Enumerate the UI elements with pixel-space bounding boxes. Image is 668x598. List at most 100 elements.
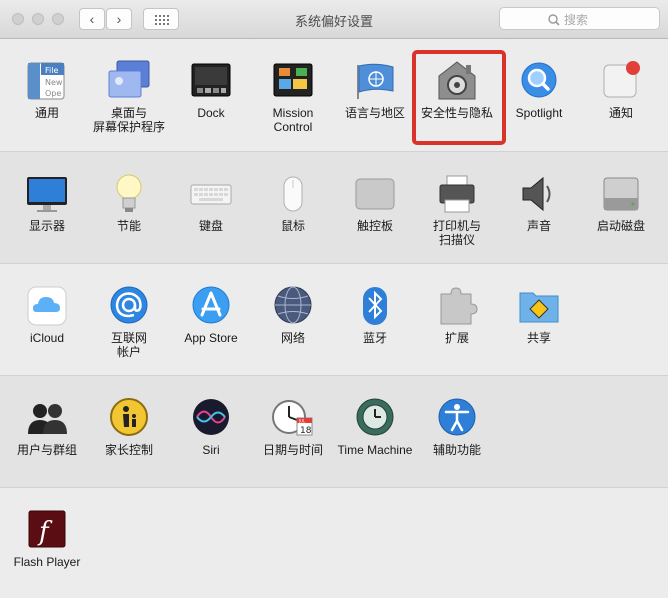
pane-label: 节能 xyxy=(116,219,141,233)
pane-label: 辅助功能 xyxy=(432,443,481,457)
pane-label: Dock xyxy=(197,106,225,120)
pane-mission-control[interactable]: Mission Control xyxy=(252,59,334,134)
mission-control-icon xyxy=(271,59,315,103)
siri-icon xyxy=(189,396,233,440)
pane-label: 触控板 xyxy=(356,219,393,233)
pane-label: 用户与群组 xyxy=(16,443,77,457)
pane-label: 键盘 xyxy=(198,219,223,233)
pane-label: 打印机与 扫描仪 xyxy=(432,219,481,247)
accessibility-icon xyxy=(435,396,479,440)
pane-label: 网络 xyxy=(280,331,305,345)
svg-text:Ope: Ope xyxy=(45,89,61,98)
general-icon: File New Ope xyxy=(25,59,69,103)
pane-keyboard[interactable]: 键盘 xyxy=(170,172,252,233)
pane-label: App Store xyxy=(184,331,238,345)
pane-flash-player[interactable]: f Flash Player xyxy=(6,508,88,569)
bluetooth-icon xyxy=(353,284,397,328)
pane-network[interactable]: 网络 xyxy=(252,284,334,345)
pane-label: 互联网 帐户 xyxy=(110,331,147,359)
displays-icon xyxy=(25,172,69,216)
pane-siri[interactable]: Siri xyxy=(170,396,252,457)
search-field[interactable]: 搜索 xyxy=(499,7,660,30)
pane-desktop-screensaver[interactable]: 桌面与 屏幕保护程序 xyxy=(88,59,170,134)
section-other: f Flash Player xyxy=(0,488,668,598)
section-internet-wireless: iCloud 互联网 帐户 App Store 网络 蓝牙 扩展 共享 xyxy=(0,264,668,376)
pane-spotlight[interactable]: Spotlight xyxy=(498,59,580,120)
printer-scanner-icon xyxy=(435,172,479,216)
time-machine-icon xyxy=(353,396,397,440)
pane-label: 语言与地区 xyxy=(344,106,405,120)
mouse-icon xyxy=(271,172,315,216)
sharing-icon xyxy=(517,284,561,328)
language-region-icon xyxy=(353,59,397,103)
pane-label: Flash Player xyxy=(13,555,81,569)
keyboard-icon xyxy=(189,172,233,216)
pane-label: 家长控制 xyxy=(104,443,153,457)
pane-label: 蓝牙 xyxy=(362,331,387,345)
pane-trackpad[interactable]: 触控板 xyxy=(334,172,416,233)
section-system: 用户与群组 家长控制 Siri JUL 18 日期与时间 Time Machin… xyxy=(0,376,668,488)
pane-label: 鼠标 xyxy=(280,219,305,233)
svg-text:18: 18 xyxy=(300,426,312,436)
pane-label: Siri xyxy=(202,443,220,457)
svg-text:New: New xyxy=(45,78,63,87)
pane-label: 显示器 xyxy=(28,219,65,233)
sound-icon xyxy=(517,172,561,216)
svg-text:JUL: JUL xyxy=(298,419,306,424)
app-store-icon xyxy=(189,284,233,328)
pane-date-time[interactable]: JUL 18 日期与时间 xyxy=(252,396,334,457)
pane-mouse[interactable]: 鼠标 xyxy=(252,172,334,233)
security-privacy-highlight xyxy=(412,50,506,145)
pane-label: 日期与时间 xyxy=(262,443,323,457)
network-icon xyxy=(271,284,315,328)
energy-saver-icon xyxy=(107,172,151,216)
pane-label: 桌面与 屏幕保护程序 xyxy=(92,106,165,134)
desktop-screensaver-icon xyxy=(107,59,151,103)
toolbar: ‹ › 系统偏好设置 搜索 xyxy=(0,0,668,39)
pane-label: 通知 xyxy=(608,106,633,120)
pane-sharing[interactable]: 共享 xyxy=(498,284,580,345)
pane-label: 共享 xyxy=(526,331,551,345)
pane-label: 声音 xyxy=(526,219,551,233)
pane-label: Mission Control xyxy=(272,106,314,134)
dock-icon xyxy=(189,59,233,103)
pane-label: 通用 xyxy=(34,106,59,120)
pane-label: 扩展 xyxy=(444,331,469,345)
pane-app-store[interactable]: App Store xyxy=(170,284,252,345)
section-hardware: 显示器 节能 键盘 鼠标 触控板 打印机与 扫描仪 声音 启动磁盘 xyxy=(0,152,668,264)
pane-time-machine[interactable]: Time Machine xyxy=(334,396,416,457)
pane-energy-saver[interactable]: 节能 xyxy=(88,172,170,233)
startup-disk-icon xyxy=(599,172,643,216)
pane-extensions[interactable]: 扩展 xyxy=(416,284,498,345)
parental-controls-icon xyxy=(107,396,151,440)
pane-printers-scanners[interactable]: 打印机与 扫描仪 xyxy=(416,172,498,247)
notifications-icon xyxy=(599,59,643,103)
icloud-icon xyxy=(25,284,69,328)
pane-internet-accounts[interactable]: 互联网 帐户 xyxy=(88,284,170,359)
pane-language-region[interactable]: 语言与地区 xyxy=(334,59,416,120)
pane-label: 启动磁盘 xyxy=(596,219,645,233)
pane-parental-controls[interactable]: 家长控制 xyxy=(88,396,170,457)
pane-dock[interactable]: Dock xyxy=(170,59,252,120)
flash-player-icon: f xyxy=(25,508,69,552)
trackpad-icon xyxy=(353,172,397,216)
search-icon xyxy=(548,13,560,26)
pane-users-groups[interactable]: 用户与群组 xyxy=(6,396,88,457)
pane-icloud[interactable]: iCloud xyxy=(6,284,88,345)
pane-general[interactable]: File New Ope 通用 xyxy=(6,59,88,120)
pane-displays[interactable]: 显示器 xyxy=(6,172,88,233)
pane-bluetooth[interactable]: 蓝牙 xyxy=(334,284,416,345)
system-preferences-window: ‹ › 系统偏好设置 搜索 File New Ope 通用 桌面与 屏幕保护程序… xyxy=(0,0,668,598)
pane-label: Time Machine xyxy=(337,443,413,457)
pane-notifications[interactable]: 通知 xyxy=(580,59,662,120)
pane-label: iCloud xyxy=(29,331,65,345)
pane-accessibility[interactable]: 辅助功能 xyxy=(416,396,498,457)
extensions-icon xyxy=(435,284,479,328)
pane-startup-disk[interactable]: 启动磁盘 xyxy=(580,172,662,233)
svg-text:File: File xyxy=(45,66,58,75)
pane-sound[interactable]: 声音 xyxy=(498,172,580,233)
date-time-icon: JUL 18 xyxy=(271,396,315,440)
internet-accounts-icon xyxy=(107,284,151,328)
search-placeholder: 搜索 xyxy=(564,13,589,27)
pane-label: Spotlight xyxy=(515,106,563,120)
